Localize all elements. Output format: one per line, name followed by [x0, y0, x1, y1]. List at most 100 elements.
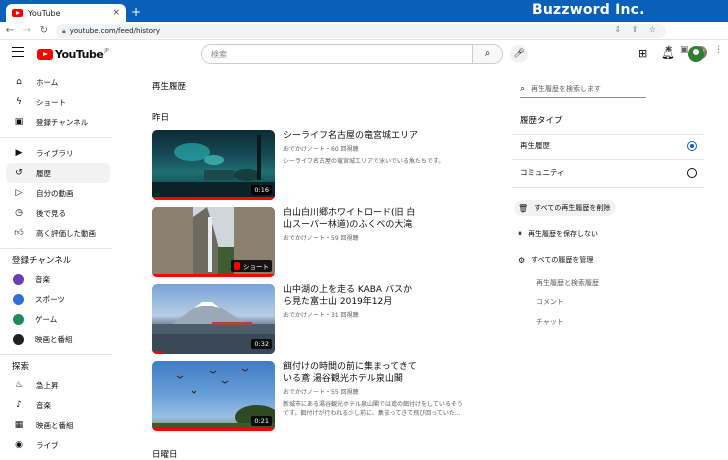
video-item[interactable]: 0:16 シーライフ名古屋の竜宮城エリア おでかけノート・60 回視聴 シーライ…: [152, 130, 482, 200]
account-avatar[interactable]: [688, 46, 704, 62]
sidebar-item-music[interactable]: ♪ 音楽: [6, 395, 110, 415]
history-search: ⌕: [520, 80, 646, 98]
pause-label: 再生履歴を保存しない: [528, 230, 598, 238]
shorts-icon: [234, 262, 240, 270]
sidebar-item-label: ライブ: [36, 440, 59, 450]
sidebar-item-library[interactable]: ▶ ライブラリ: [6, 143, 110, 163]
history-type-option-community[interactable]: コミュニティ: [520, 167, 697, 178]
menu-icon[interactable]: [12, 47, 24, 57]
day-heading: 昨日: [152, 113, 170, 123]
music-icon: ♪: [16, 400, 22, 410]
sidebar-item-my-videos[interactable]: ▷ 自分の動画: [6, 183, 110, 203]
link-chat[interactable]: チャット: [536, 317, 564, 327]
video-meta: おでかけノート・31 回視聴: [283, 312, 359, 319]
search-input[interactable]: [202, 45, 472, 63]
sidebar-item-home[interactable]: ⌂ ホーム: [6, 72, 110, 92]
video-duration: 0:32: [251, 339, 272, 349]
voice-search-button[interactable]: 🎤︎: [510, 45, 528, 63]
link-comments[interactable]: コメント: [536, 297, 564, 307]
watch-later-icon: ◷: [15, 208, 23, 218]
logo-text: YouTube: [55, 48, 104, 61]
video-info: 白山白川郷ホワイトロード(旧 白 山スーパー林道)のふくべの大滝 おでかけノート…: [283, 207, 483, 242]
url-actions-icons[interactable]: ⇩ ⇪ ☆: [614, 25, 660, 34]
sidebar-item-subscriptions[interactable]: ▣ 登録チャンネル: [6, 112, 110, 132]
clear-all-history-button[interactable]: 🗑︎ すべての再生履歴を削除: [514, 200, 617, 216]
video-info: 餌付けの時間の前に集まってきて いる鳶 湯谷観光ホテル泉山閣 おでかけノート・5…: [283, 361, 483, 418]
sidebar-item-label: スポーツ: [35, 294, 65, 304]
youtube-favicon-icon: [12, 9, 23, 17]
sidebar-item-live[interactable]: ◉ ライブ: [6, 435, 110, 455]
back-icon[interactable]: ←: [3, 25, 17, 36]
video-duration: 0:21: [251, 416, 272, 426]
notifications-icon[interactable]: 🔔︎: [661, 47, 675, 60]
forward-icon[interactable]: →: [20, 25, 34, 36]
sidebar-item-label: 後で見る: [36, 208, 66, 218]
video-item[interactable]: 0:21 餌付けの時間の前に集まってきて いる鳶 湯谷観光ホテル泉山閣 おでかけ…: [152, 361, 482, 431]
video-thumbnail[interactable]: ショート: [152, 207, 275, 277]
pause-history-button[interactable]: ⏸︎ 再生履歴を保存しない: [514, 226, 604, 242]
video-title-line1[interactable]: 白山白川郷ホワイトロード(旧 白: [283, 207, 483, 219]
channel-avatar: [13, 293, 24, 305]
sidebar-item-liked[interactable]: 👍︎ 高く評価した動画: [6, 223, 110, 243]
sidebar: ⌂ ホーム ϟ ショート ▣ 登録チャンネル ▶ ライブラリ ↺ 履歴 ▷ 自分の動画 ◷ 後…: [0, 72, 118, 455]
subscriptions-icon: ▣: [14, 117, 24, 127]
search-box: ⌕: [201, 44, 503, 64]
option-label: コミュニティ: [520, 168, 565, 177]
sidebar-item-shorts[interactable]: ϟ ショート: [6, 92, 110, 112]
link-watch-search-history[interactable]: 再生履歴と検索履歴: [536, 278, 599, 288]
youtube-header: YouTube JP ⌕ 🎤︎ ⊞ 🔔︎: [0, 40, 728, 68]
video-item[interactable]: 0:32 山中湖の上を走る KABA バスか ら見た富士山 2019年12月 お…: [152, 284, 482, 354]
video-title-line1[interactable]: 餌付けの時間の前に集まってきて: [283, 361, 483, 373]
video-description-line1: 新城市にある湯谷観光ホテル泉山閣では鳶の餌付けをしているそう: [283, 401, 463, 408]
sidebar-channel-music[interactable]: 音楽: [6, 269, 110, 289]
divider: [512, 159, 704, 160]
search-button[interactable]: ⌕: [472, 45, 502, 63]
video-title-line2[interactable]: ら見た富士山 2019年12月: [283, 296, 483, 308]
trending-icon: ♨: [14, 380, 24, 390]
pause-icon: ⏸︎: [518, 229, 522, 238]
sidebar-channel-sports[interactable]: スポーツ: [6, 289, 110, 309]
sidebar-item-label: 急上昇: [36, 380, 59, 390]
video-title[interactable]: シーライフ名古屋の竜宮城エリア: [283, 130, 483, 142]
history-type-option-watch[interactable]: 再生履歴: [520, 140, 697, 151]
sidebar-item-label: 映画と番組: [35, 334, 73, 344]
browser-tab[interactable]: YouTube ×: [6, 4, 126, 22]
sidebar-channel-gaming[interactable]: ゲーム: [6, 309, 110, 329]
history-search-input[interactable]: [531, 84, 642, 93]
manage-label: すべての履歴を管理: [531, 256, 594, 264]
video-title-line1[interactable]: 山中湖の上を走る KABA バスか: [283, 284, 483, 296]
divider: [512, 134, 704, 135]
manage-history-button[interactable]: ⚙ すべての履歴を管理: [514, 252, 599, 268]
reload-icon[interactable]: ↻: [37, 25, 51, 36]
search-icon: ⌕: [484, 48, 491, 59]
tab-close-icon[interactable]: ×: [112, 8, 120, 18]
video-thumbnail[interactable]: 0:21: [152, 361, 275, 431]
sidebar-item-watch-later[interactable]: ◷ 後で見る: [6, 203, 110, 223]
logo-region: JP: [104, 47, 109, 54]
sidebar-channel-movies[interactable]: 映画と番組: [6, 329, 110, 349]
new-tab-button[interactable]: +: [131, 5, 141, 19]
video-title-line2[interactable]: 山スーパー林道)のふくべの大滝: [283, 219, 483, 231]
day-heading: 日曜日: [152, 450, 178, 460]
shorts-icon: ϟ: [16, 97, 22, 107]
video-thumbnail[interactable]: 0:16: [152, 130, 275, 200]
channel-avatar: [13, 313, 24, 325]
sidebar-item-movies[interactable]: ▦ 映画と番組: [6, 415, 110, 435]
sidebar-item-history[interactable]: ↺ 履歴: [6, 163, 110, 183]
video-title-line2[interactable]: いる鳶 湯谷観光ホテル泉山閣: [283, 373, 483, 385]
movies-icon: ▦: [14, 420, 24, 430]
youtube-play-icon: [37, 49, 53, 60]
youtube-logo[interactable]: YouTube JP: [37, 48, 109, 61]
video-description-line2: です。餌付けが行われる少し前に、集まってきて飛び回っていた...: [283, 410, 461, 417]
video-item[interactable]: ショート 白山白川郷ホワイトロード(旧 白 山スーパー林道)のふくべの大滝 おで…: [152, 207, 482, 277]
url-bar[interactable]: 🔒︎ youtube.com/feed/history ⇩ ⇪ ☆: [56, 24, 666, 38]
radio-selected[interactable]: [687, 140, 697, 151]
create-video-icon[interactable]: ⊞: [638, 47, 647, 60]
radio-unselected[interactable]: [687, 167, 697, 178]
video-meta: おでかけノート・59 回視聴: [283, 235, 359, 242]
divider: [512, 187, 704, 188]
video-info: シーライフ名古屋の竜宮城エリア おでかけノート・60 回視聴 シーライフ名古屋の…: [283, 130, 483, 166]
video-thumbnail[interactable]: 0:32: [152, 284, 275, 354]
brand-watermark: Buzzword Inc.: [532, 2, 645, 18]
sidebar-item-trending[interactable]: ♨ 急上昇: [6, 375, 110, 395]
